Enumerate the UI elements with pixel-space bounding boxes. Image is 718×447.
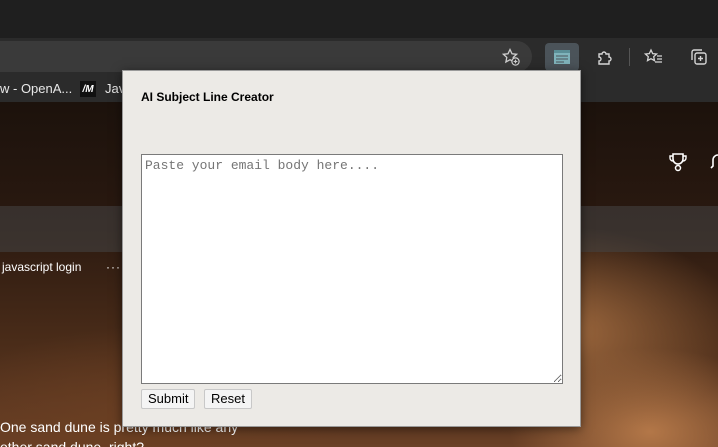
- popup-title: AI Subject Line Creator: [141, 90, 274, 104]
- submit-button[interactable]: Submit: [141, 389, 196, 409]
- bell-icon[interactable]: [710, 152, 718, 177]
- email-body-textarea[interactable]: [141, 154, 563, 384]
- toolbar-divider: [629, 48, 630, 66]
- nav-more-menu[interactable]: ···: [106, 260, 121, 274]
- extensions-puzzle-icon[interactable]: [591, 44, 619, 70]
- trophy-icon[interactable]: [668, 152, 688, 177]
- article-text-line-2: other sand dune, right?: [0, 439, 144, 447]
- extension-popup: AI Subject Line Creator Submit Reset: [122, 70, 581, 427]
- collections-icon[interactable]: [685, 44, 713, 70]
- favorites-icon[interactable]: [640, 44, 668, 70]
- address-bar[interactable]: [0, 41, 532, 72]
- subject-line-extension-icon[interactable]: [545, 43, 579, 71]
- nav-item-javascript-login[interactable]: javascript login: [2, 260, 81, 274]
- bookmark-openai[interactable]: w - OpenA...: [0, 81, 72, 96]
- favorite-add-icon[interactable]: [497, 44, 525, 70]
- bookmark-logo-icon: /M: [80, 81, 96, 97]
- browser-titlebar: [0, 0, 718, 38]
- reset-button[interactable]: Reset: [204, 389, 252, 409]
